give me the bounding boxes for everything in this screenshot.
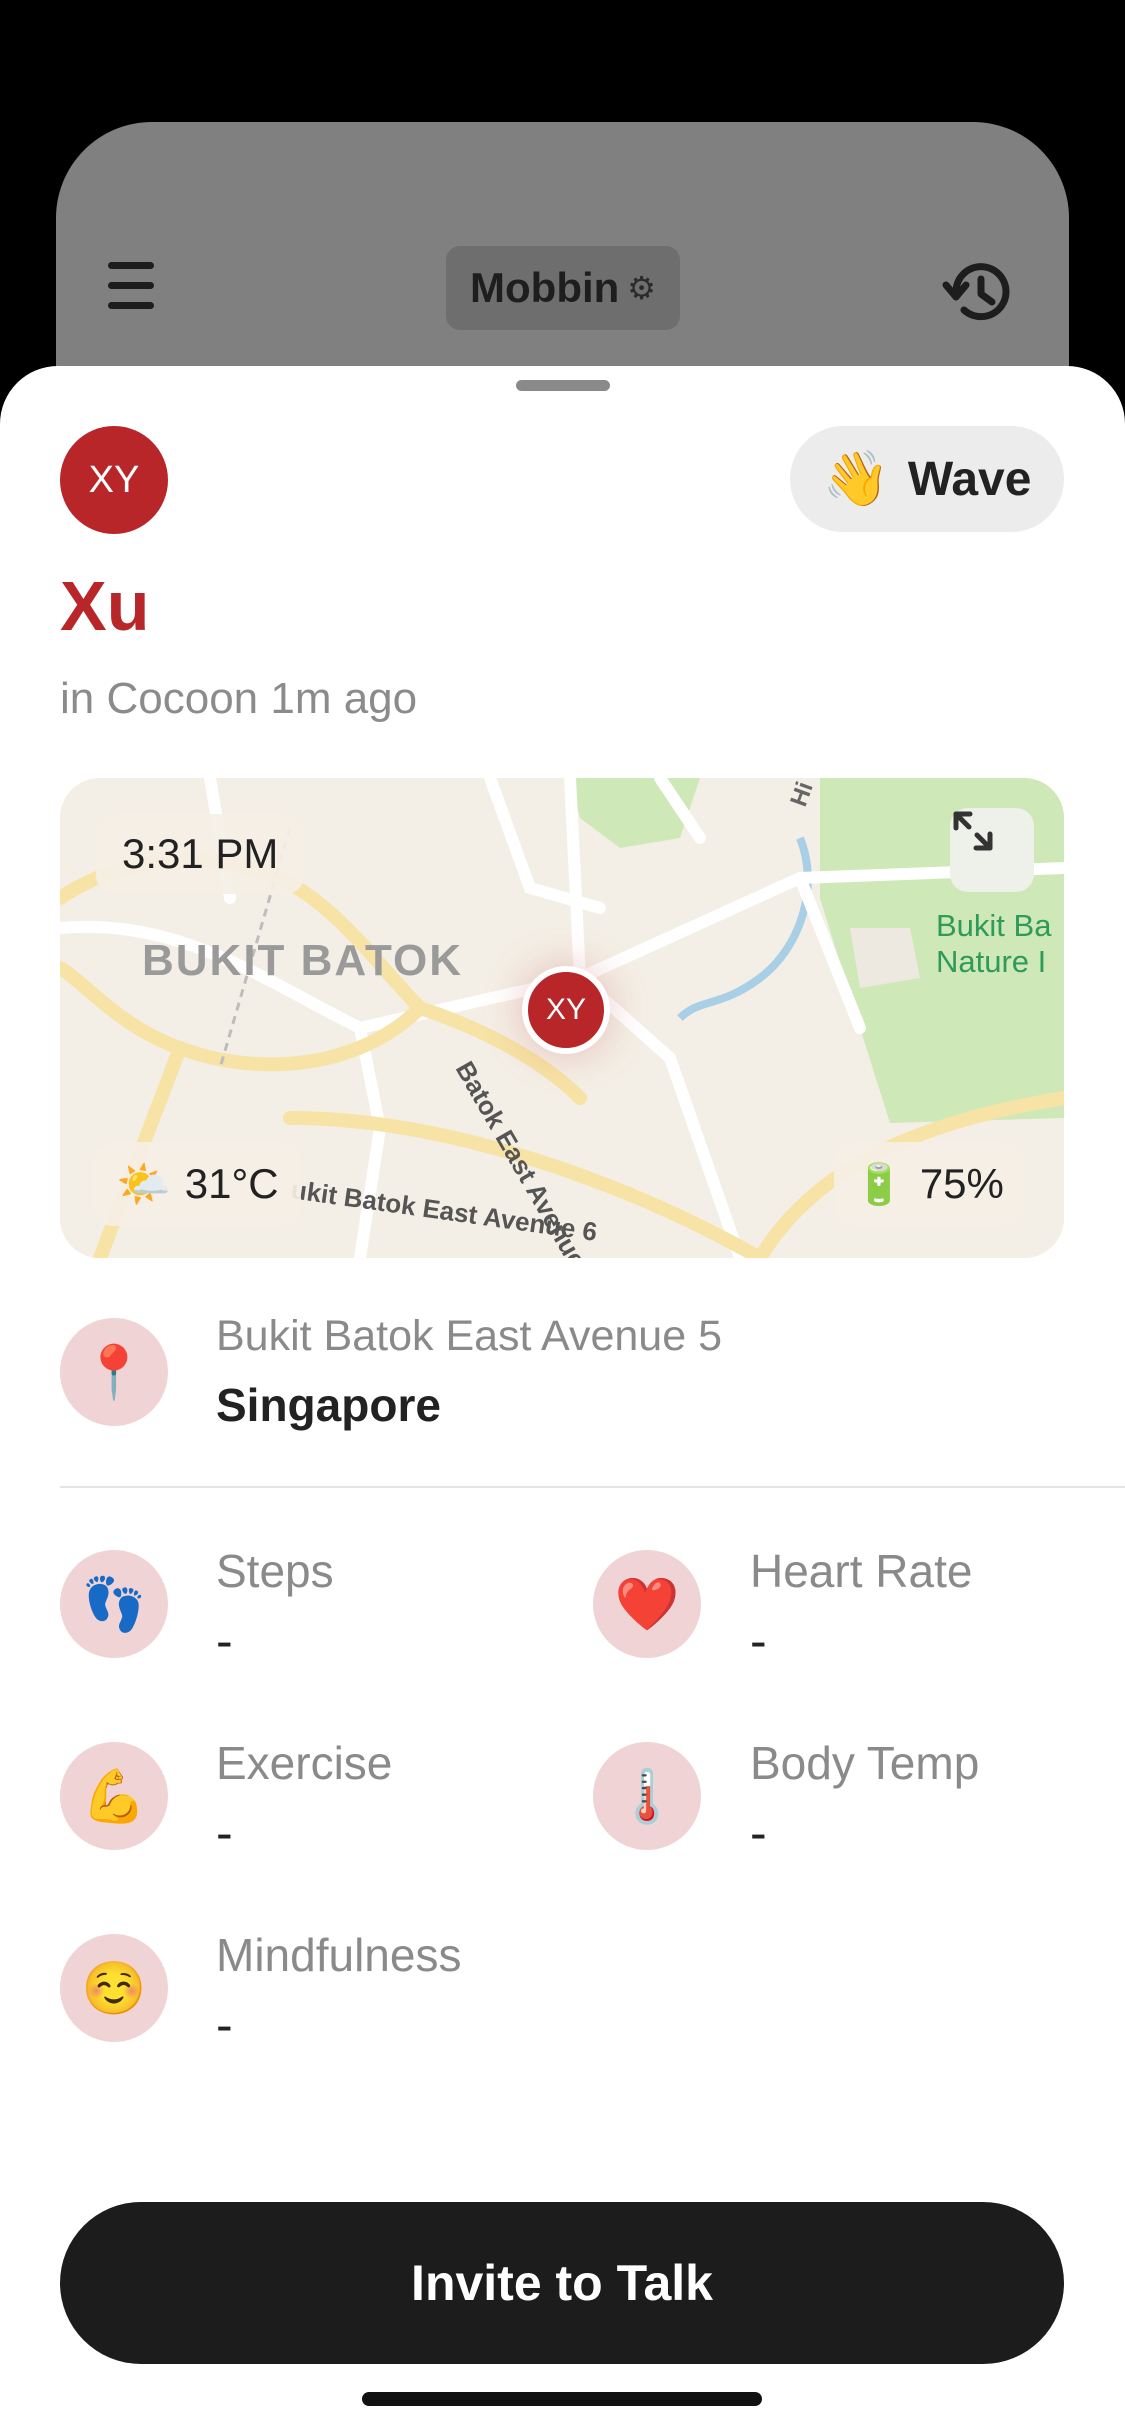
- heart-rate-label: Heart Rate: [750, 1545, 973, 1597]
- temperature: 31°C: [184, 1160, 279, 1207]
- home-indicator: [362, 2392, 762, 2406]
- sun-cloud-icon: 🌤️: [116, 1160, 171, 1209]
- map-area-label: BUKIT BATOK: [142, 936, 464, 985]
- map-park-label: Bukit Ba Nature I: [936, 908, 1052, 979]
- heart-icon: ❤️: [593, 1550, 701, 1658]
- footprints-icon: 👣: [60, 1550, 168, 1658]
- exercise-value: -: [216, 1805, 233, 1861]
- hamburger-menu-icon[interactable]: [108, 262, 154, 314]
- body-temp-label: Body Temp: [750, 1737, 980, 1789]
- expand-icon: [953, 811, 993, 851]
- battery-badge: 🔋 75%: [834, 1142, 1024, 1226]
- mindfulness-value: -: [216, 1997, 233, 2053]
- battery-icon: 🔋: [854, 1162, 904, 1207]
- divider: [60, 1486, 1125, 1488]
- location-pin-icon: 📍: [60, 1318, 168, 1426]
- smiling-face-icon: ☺️: [60, 1934, 168, 2042]
- location-country: Singapore: [216, 1379, 441, 1431]
- body-temp-value: -: [750, 1805, 767, 1861]
- location-map[interactable]: Batok East Avenue ukit Batok East Avenue…: [60, 778, 1064, 1258]
- weather-badge: 🌤️ 31°C: [94, 1142, 301, 1226]
- flexed-biceps-icon: 💪: [60, 1742, 168, 1850]
- steps-value: -: [216, 1613, 233, 1669]
- exercise-label: Exercise: [216, 1737, 393, 1789]
- thermometer-icon: 🌡️: [593, 1742, 701, 1850]
- profile-name: Xu: [60, 567, 150, 645]
- space-name: Mobbin: [470, 264, 620, 311]
- space-selector-button[interactable]: Mobbin ⚙: [446, 246, 680, 330]
- location-street: Bukit Batok East Avenue 5: [216, 1312, 722, 1360]
- history-icon[interactable]: [942, 255, 1016, 329]
- steps-label: Steps: [216, 1545, 334, 1597]
- user-location-pin[interactable]: XY: [522, 966, 610, 1054]
- sheet-grabber[interactable]: [516, 380, 610, 391]
- mindfulness-label: Mindfulness: [216, 1929, 462, 1981]
- wave-label: Wave: [907, 452, 1032, 506]
- map-time-badge: 3:31 PM: [96, 814, 305, 894]
- expand-map-button[interactable]: [950, 808, 1034, 892]
- wave-button[interactable]: 👋 Wave: [790, 426, 1064, 532]
- profile-status: in Cocoon 1m ago: [60, 674, 418, 723]
- invite-to-talk-button[interactable]: Invite to Talk: [60, 2202, 1064, 2364]
- heart-rate-value: -: [750, 1613, 767, 1669]
- avatar[interactable]: XY: [60, 426, 168, 534]
- waving-hand-icon: 👋: [822, 448, 890, 509]
- battery-level: 75%: [919, 1160, 1004, 1207]
- gear-icon: ⚙: [627, 270, 656, 306]
- profile-sheet: XY 👋 Wave Xu in Cocoon 1m ago Batok East…: [0, 366, 1125, 2436]
